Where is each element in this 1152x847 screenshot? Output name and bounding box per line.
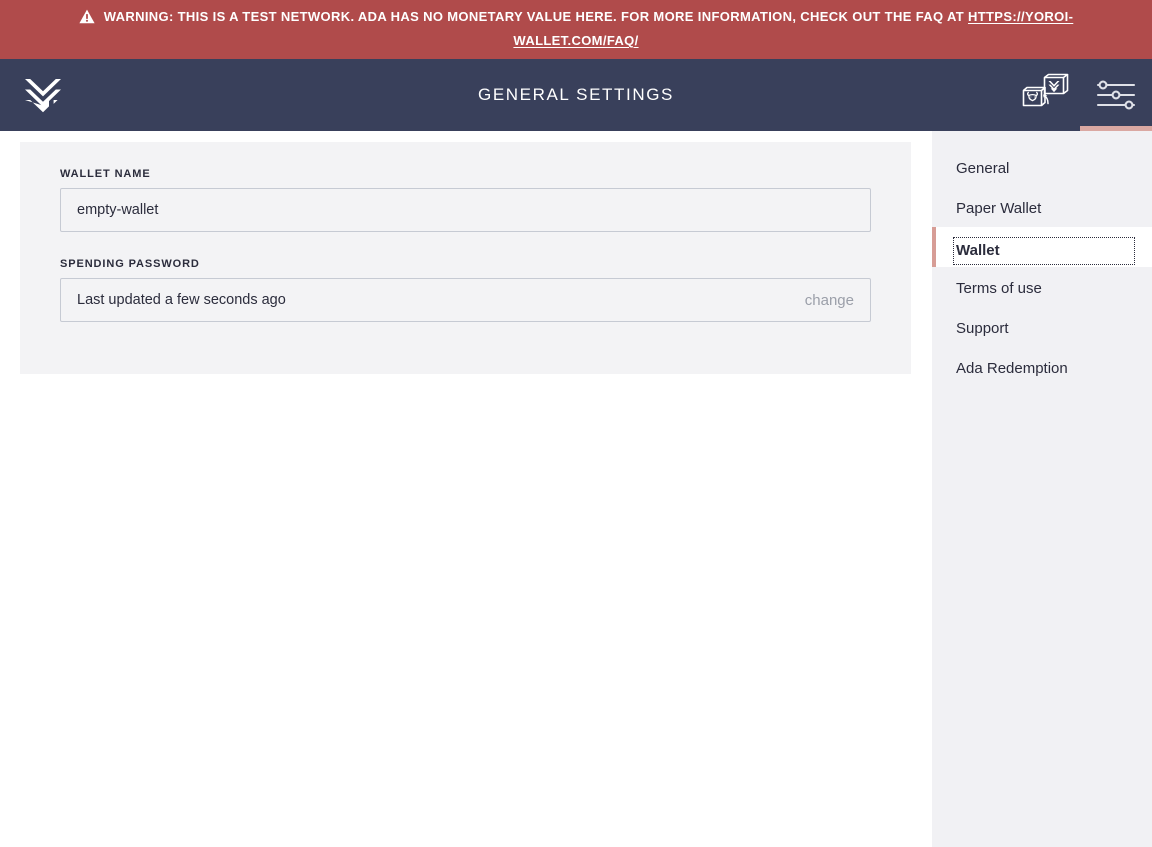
yoroi-chevron-logo-icon[interactable] [22, 74, 64, 116]
settings-menu-item-label: Terms of use [956, 280, 1042, 297]
settings-menu-item-label: Ada Redemption [956, 360, 1068, 377]
settings-menu-item-general[interactable]: General [932, 147, 1152, 187]
settings-menu-item-support[interactable]: Support [932, 307, 1152, 347]
spending-password-field-block: SPENDING PASSWORD Last updated a few sec… [60, 258, 871, 322]
spending-password-label: SPENDING PASSWORD [60, 258, 200, 270]
wallet-switch-icon[interactable] [1008, 59, 1080, 131]
spending-password-status: Last updated a few seconds ago [77, 292, 286, 308]
settings-menu-item-label: General [956, 160, 1010, 177]
test-network-warning-banner: WARNING: THIS IS A TEST NETWORK. ADA HAS… [0, 0, 1152, 59]
wallet-settings-card: WALLET NAME SPENDING PASSWORD Last updat… [20, 142, 911, 374]
settings-menu-item-label: Support [956, 320, 1009, 337]
page-title: GENERAL SETTINGS [478, 85, 674, 104]
warning-banner-text: WARNING: THIS IS A TEST NETWORK. ADA HAS… [21, 6, 1131, 51]
settings-menu-item-paper-wallet[interactable]: Paper Wallet [932, 187, 1152, 227]
warning-banner-message: WARNING: THIS IS A TEST NETWORK. ADA HAS… [103, 9, 968, 24]
field-spacer [60, 238, 871, 258]
settings-menu-item-terms-of-use[interactable]: Terms of use [932, 267, 1152, 307]
settings-menu: General Paper Wallet Wallet Terms of use… [932, 131, 1152, 847]
wallet-name-label: WALLET NAME [60, 168, 151, 180]
wallet-name-input[interactable] [60, 188, 871, 232]
page-body: WALLET NAME SPENDING PASSWORD Last updat… [0, 131, 1152, 847]
settings-menu-item-label: Paper Wallet [956, 200, 1042, 217]
spending-password-change-button[interactable]: change [805, 292, 854, 309]
warning-triangle-icon [79, 9, 95, 30]
settings-menu-item-ada-redemption[interactable]: Ada Redemption [932, 347, 1152, 387]
settings-menu-item-label: Wallet [953, 237, 1135, 265]
settings-menu-item-wallet[interactable]: Wallet [932, 227, 1152, 267]
settings-content-column: WALLET NAME SPENDING PASSWORD Last updat… [0, 131, 932, 374]
spending-password-row[interactable]: Last updated a few seconds ago change [60, 278, 871, 322]
navbar-actions [1008, 59, 1152, 131]
top-navbar: GENERAL SETTINGS [0, 59, 1152, 131]
wallet-name-field-block: WALLET NAME [60, 168, 871, 232]
settings-sliders-icon[interactable] [1080, 59, 1152, 131]
